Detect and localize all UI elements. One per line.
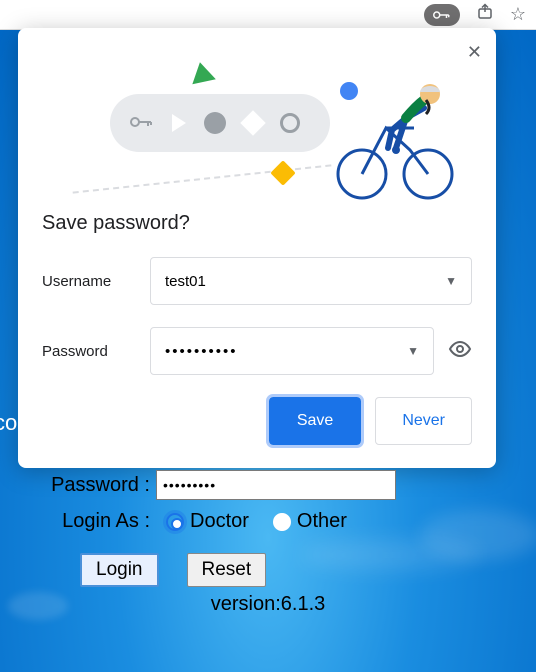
role-other-radio[interactable]: Other bbox=[273, 510, 347, 533]
role-doctor-label: Doctor bbox=[190, 510, 249, 533]
username-label: Username bbox=[42, 273, 150, 290]
version-text: version:6.1.3 bbox=[20, 593, 516, 616]
never-button[interactable]: Never bbox=[375, 397, 472, 445]
radio-unchecked-icon bbox=[273, 513, 291, 531]
eye-icon[interactable] bbox=[448, 337, 472, 366]
triangle-green-icon bbox=[188, 60, 216, 85]
diamond-yellow-icon bbox=[270, 160, 295, 185]
password-pill-decor bbox=[110, 94, 330, 152]
key-icon bbox=[130, 112, 154, 135]
chevron-down-icon: ▼ bbox=[407, 344, 419, 358]
dialog-title: Save password? bbox=[42, 212, 472, 235]
dashed-line-decor bbox=[73, 164, 332, 193]
bookmark-star-icon[interactable]: ☆ bbox=[510, 4, 526, 25]
save-password-dialog: ✕ bbox=[18, 28, 496, 468]
password-value: •••••••••• bbox=[165, 343, 238, 360]
login-password-label: Password : bbox=[20, 474, 156, 497]
browser-toolbar: ☆ bbox=[0, 0, 536, 30]
password-select[interactable]: •••••••••• ▼ bbox=[150, 327, 434, 375]
login-as-label: Login As : bbox=[20, 510, 156, 533]
page-fragment-text: co bbox=[0, 410, 17, 436]
role-other-label: Other bbox=[297, 510, 347, 533]
save-button[interactable]: Save bbox=[269, 397, 361, 445]
username-value: test01 bbox=[165, 273, 206, 290]
username-select[interactable]: test01 ▼ bbox=[150, 257, 472, 305]
share-icon[interactable] bbox=[476, 3, 494, 26]
reset-button[interactable]: Reset bbox=[187, 553, 267, 587]
cyclist-illustration bbox=[328, 70, 458, 200]
login-form: Password : Login As : Doctor Other Login… bbox=[0, 460, 536, 616]
filled-circle-icon bbox=[204, 112, 226, 134]
outline-circle-icon bbox=[280, 113, 300, 133]
play-triangle-icon bbox=[172, 114, 186, 132]
diamond-icon bbox=[240, 110, 265, 135]
password-label: Password bbox=[42, 343, 150, 360]
chevron-down-icon: ▼ bbox=[445, 274, 457, 288]
dialog-illustration bbox=[42, 46, 472, 194]
radio-checked-icon bbox=[166, 513, 184, 531]
role-doctor-radio[interactable]: Doctor bbox=[166, 510, 249, 533]
login-password-input[interactable] bbox=[156, 470, 396, 500]
login-button[interactable]: Login bbox=[80, 553, 159, 587]
password-manager-icon[interactable] bbox=[424, 4, 460, 26]
